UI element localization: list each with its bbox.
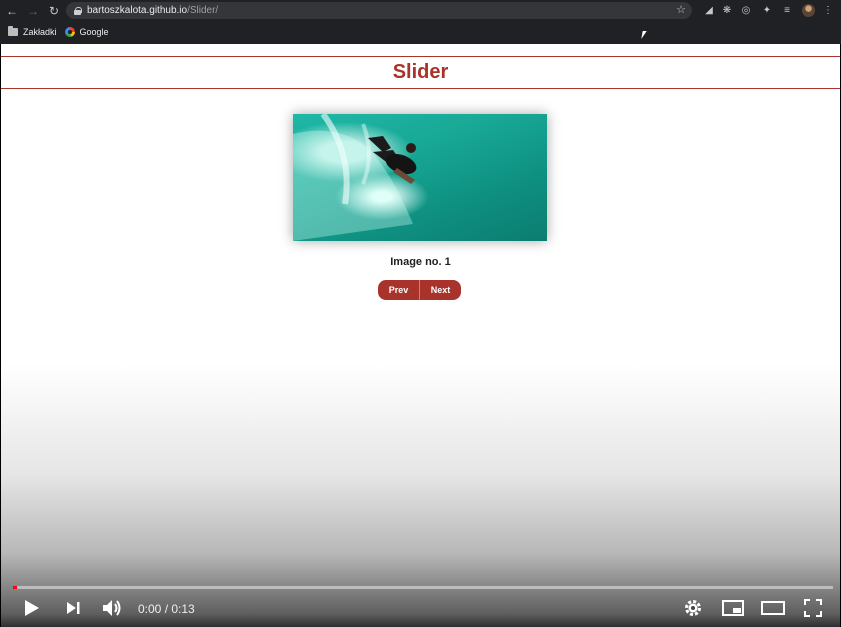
bookmarks-bar: Zakładki Google xyxy=(0,22,841,42)
address-bar[interactable]: bartoszkalota.github.io/Slider/ ☆ xyxy=(66,2,692,19)
extension-icon[interactable]: ◢ xyxy=(702,3,716,17)
profile-avatar[interactable] xyxy=(802,4,815,17)
bookmark-star-icon[interactable]: ☆ xyxy=(676,3,686,16)
url-host: bartoszkalota.github.io xyxy=(87,5,188,16)
bookmark-label: Google xyxy=(79,27,109,37)
menu-kebab-icon[interactable]: ⋮ xyxy=(821,3,835,17)
reload-icon[interactable]: ↻ xyxy=(45,2,63,20)
time-display: 0:00 / 0:13 xyxy=(138,602,195,616)
puzzle-extensions-icon[interactable]: ✦ xyxy=(760,3,774,17)
page-content: Slider Image no. 1 Prev Next xyxy=(1,44,840,627)
url-path: /Slider/ xyxy=(187,5,219,16)
image-caption: Image no. 1 xyxy=(390,256,451,268)
settings-gear-icon[interactable] xyxy=(682,597,704,619)
bookmark-zakladki[interactable]: Zakładki xyxy=(8,26,57,37)
extension-circle-icon[interactable]: ◎ xyxy=(739,3,753,17)
play-icon[interactable] xyxy=(20,597,44,619)
video-player-controls: 0:00 / 0:13 xyxy=(0,584,841,627)
volume-icon[interactable] xyxy=(100,597,124,619)
lock-icon xyxy=(74,6,82,15)
google-icon xyxy=(64,27,75,37)
forward-icon[interactable]: → xyxy=(24,2,42,20)
bookmark-google[interactable]: Google xyxy=(64,27,109,37)
folder-icon xyxy=(8,26,18,36)
slide-image xyxy=(293,114,547,241)
miniplayer-icon[interactable] xyxy=(721,597,745,619)
theater-mode-icon[interactable] xyxy=(760,597,786,619)
page-title: Slider xyxy=(392,61,449,83)
reading-list-icon[interactable]: ≡ xyxy=(780,3,794,17)
prev-button[interactable]: Prev xyxy=(378,280,419,300)
next-video-icon[interactable] xyxy=(62,597,84,619)
progress-bar[interactable] xyxy=(13,586,833,589)
title-bar: Slider xyxy=(1,56,840,89)
progress-fill xyxy=(13,586,18,589)
react-devtools-icon[interactable]: ❋ xyxy=(720,3,734,17)
browser-toolbar: ← → ↻ bartoszkalota.github.io/Slider/ ☆ … xyxy=(0,0,841,22)
back-icon[interactable]: ← xyxy=(3,2,21,20)
browser-chrome: ← → ↻ bartoszkalota.github.io/Slider/ ☆ … xyxy=(0,0,841,44)
bookmark-label: Zakładki xyxy=(23,27,57,37)
next-button[interactable]: Next xyxy=(419,280,461,300)
surfer-illustration xyxy=(293,114,417,241)
slider-controls: Prev Next xyxy=(378,280,461,300)
fullscreen-icon[interactable] xyxy=(801,597,825,619)
